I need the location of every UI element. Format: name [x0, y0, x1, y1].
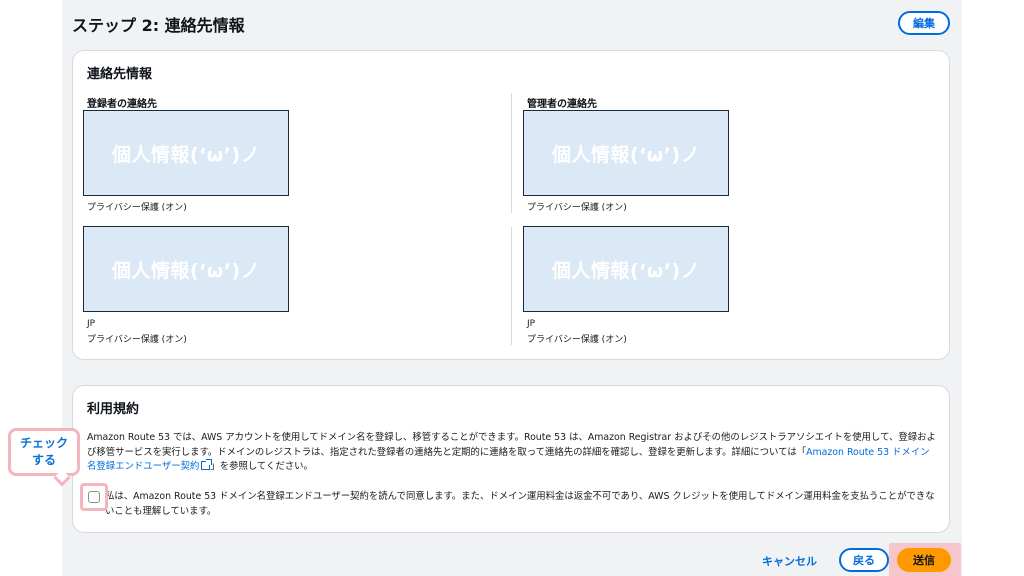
contact-info-card: 連絡先情報 登録者の連絡先 個人情報(‘ω’)ノ プライバシー保護 (オン) 個…	[72, 50, 950, 360]
terms-card: 利用規約 Amazon Route 53 では、AWS アカウントを使用してドメ…	[72, 385, 950, 533]
admin-privacy-status: プライバシー保護 (オン)	[527, 203, 627, 213]
column-divider	[511, 93, 512, 213]
registrant-contact-label: 登録者の連絡先	[87, 99, 157, 110]
registrant-privacy-status: プライバシー保護 (オン)	[87, 203, 187, 213]
external-link-icon	[201, 459, 213, 470]
admin-masked-info-2: 個人情報(‘ω’)ノ	[523, 226, 729, 312]
column-divider-2	[511, 227, 512, 345]
admin-privacy-status-2: プライバシー保護 (オン)	[527, 335, 627, 345]
agree-checkbox-label[interactable]: 私は、Amazon Route 53 ドメイン名登録エンドユーザー契約を読んで同…	[105, 490, 941, 519]
cancel-button[interactable]: キャンセル	[762, 553, 817, 569]
callout-line-2: する	[31, 453, 56, 467]
registrant-masked-info-2: 個人情報(‘ω’)ノ	[83, 226, 289, 312]
agree-checkbox[interactable]	[88, 491, 100, 503]
admin-country: JP	[527, 319, 536, 329]
admin-masked-info: 個人情報(‘ω’)ノ	[523, 110, 729, 196]
registrant-privacy-status-2: プライバシー保護 (オン)	[87, 335, 187, 345]
terms-body-post: 」を参照してください。	[210, 461, 313, 472]
check-instruction-callout: チェック する	[8, 428, 80, 476]
submit-button[interactable]: 送信	[897, 548, 951, 572]
callout-line-1: チェック	[19, 436, 68, 450]
terms-description: Amazon Route 53 では、AWS アカウントを使用してドメイン名を登…	[87, 431, 937, 475]
registrant-masked-info: 個人情報(‘ω’)ノ	[83, 110, 289, 196]
contact-card-title: 連絡先情報	[87, 67, 153, 82]
admin-contact-label: 管理者の連絡先	[527, 99, 597, 110]
terms-card-title: 利用規約	[87, 402, 140, 417]
page-title: ステップ 2: 連絡先情報	[72, 16, 245, 35]
edit-button[interactable]: 編集	[898, 11, 950, 35]
back-button[interactable]: 戻る	[839, 548, 889, 572]
agree-checkbox-highlight	[80, 483, 108, 511]
registrant-country: JP	[87, 319, 96, 329]
